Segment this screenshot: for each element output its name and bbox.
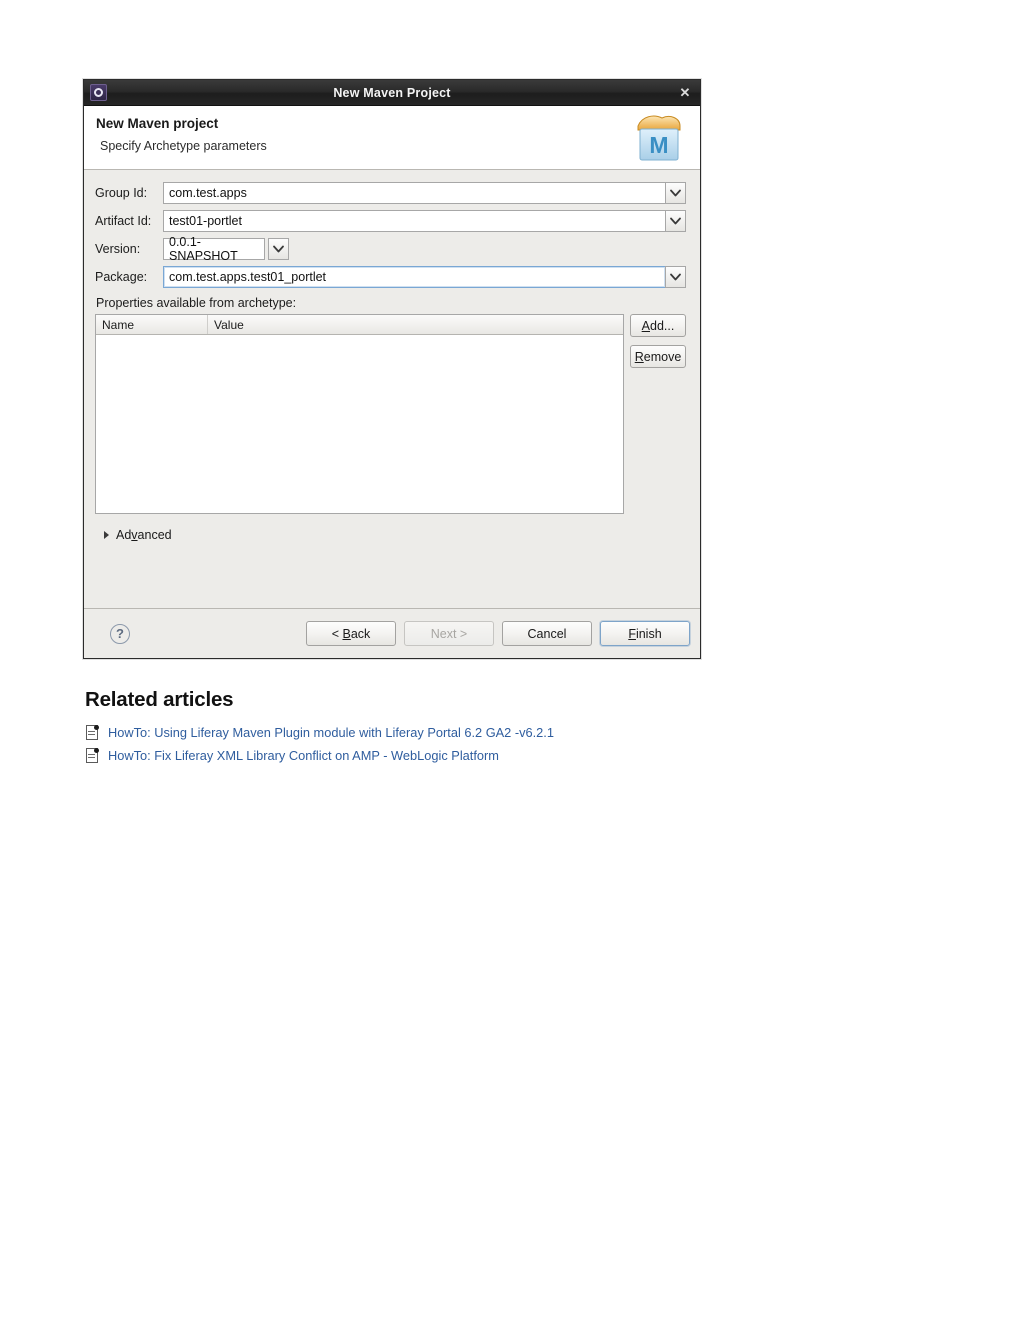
window-title: New Maven Project <box>333 85 451 100</box>
dialog-body: Group Id: com.test.apps Artifact Id: tes… <box>84 170 700 608</box>
dialog-header: New Maven project Specify Archetype para… <box>84 106 700 170</box>
maven-ring-icon <box>90 84 107 101</box>
page-title: New Maven project <box>96 116 219 131</box>
related-articles-heading: Related articles <box>85 688 234 711</box>
page-root: New Maven Project ✕ New Maven project Sp… <box>0 0 1024 1326</box>
footer-button-group: < Back Next > Cancel Finish <box>306 621 690 646</box>
table-body-empty[interactable] <box>96 335 623 513</box>
package-input[interactable]: com.test.apps.test01_portlet <box>163 266 665 288</box>
dialog-footer: ? < Back Next > Cancel Finish <box>84 608 700 658</box>
close-icon[interactable]: ✕ <box>677 85 693 101</box>
field-row-group-id: Group Id: com.test.apps <box>95 182 686 204</box>
list-item: HowTo: Using Liferay Maven Plugin module… <box>85 724 785 741</box>
properties-table[interactable]: Name Value <box>95 314 624 514</box>
list-item: HowTo: Fix Liferay XML Library Conflict … <box>85 747 785 764</box>
column-header-name[interactable]: Name <box>96 315 208 334</box>
field-row-version: Version: 0.0.1-SNAPSHOT <box>95 235 686 263</box>
group-id-input[interactable]: com.test.apps <box>163 182 665 204</box>
maven-logo-icon: M <box>637 115 681 161</box>
version-combo[interactable]: 0.0.1-SNAPSHOT <box>163 235 289 263</box>
new-maven-project-dialog: New Maven Project ✕ New Maven project Sp… <box>83 79 701 659</box>
column-header-value[interactable]: Value <box>208 315 623 334</box>
remove-property-button[interactable]: Remove <box>630 345 686 368</box>
page-document-icon <box>85 747 100 764</box>
page-document-icon <box>85 724 100 741</box>
properties-section-label: Properties available from archetype: <box>96 296 297 310</box>
add-property-button[interactable]: Add... <box>630 314 686 337</box>
advanced-label: Advanced <box>116 528 172 542</box>
label-version: Version: <box>95 242 141 256</box>
related-article-link-2[interactable]: HowTo: Fix Liferay XML Library Conflict … <box>108 748 499 763</box>
artifact-id-input[interactable]: test01-portlet <box>163 210 665 232</box>
finish-button[interactable]: Finish <box>600 621 690 646</box>
group-id-combo[interactable]: com.test.apps <box>163 182 686 204</box>
related-article-link-1[interactable]: HowTo: Using Liferay Maven Plugin module… <box>108 725 554 740</box>
chevron-down-icon[interactable] <box>665 266 686 288</box>
next-button: Next > <box>404 621 494 646</box>
version-input[interactable]: 0.0.1-SNAPSHOT <box>163 235 265 263</box>
page-subtitle: Specify Archetype parameters <box>100 139 267 153</box>
back-button[interactable]: < Back <box>306 621 396 646</box>
chevron-down-icon[interactable] <box>268 238 289 260</box>
advanced-section-toggle[interactable]: Advanced <box>95 528 686 542</box>
chevron-right-icon <box>104 531 109 539</box>
package-combo[interactable]: com.test.apps.test01_portlet <box>163 266 686 288</box>
label-artifact-id: Artifact Id: <box>95 214 152 228</box>
artifact-id-combo[interactable]: test01-portlet <box>163 210 686 232</box>
label-package: Package: <box>95 270 148 284</box>
properties-table-area: Name Value Add... Remove <box>95 314 686 514</box>
related-articles-section: Related articles HowTo: Using Liferay Ma… <box>85 688 785 770</box>
svg-text:M: M <box>649 132 668 158</box>
table-header-row: Name Value <box>96 315 623 335</box>
chevron-down-icon[interactable] <box>665 210 686 232</box>
help-icon[interactable]: ? <box>110 623 130 644</box>
field-row-artifact-id: Artifact Id: test01-portlet <box>95 210 686 232</box>
cancel-button[interactable]: Cancel <box>502 621 592 646</box>
chevron-down-icon[interactable] <box>665 182 686 204</box>
dialog-titlebar: New Maven Project ✕ <box>84 80 700 106</box>
label-group-id: Group Id: <box>95 186 148 200</box>
table-action-buttons: Add... Remove <box>630 314 686 368</box>
field-row-package: Package: com.test.apps.test01_portlet <box>95 266 686 288</box>
